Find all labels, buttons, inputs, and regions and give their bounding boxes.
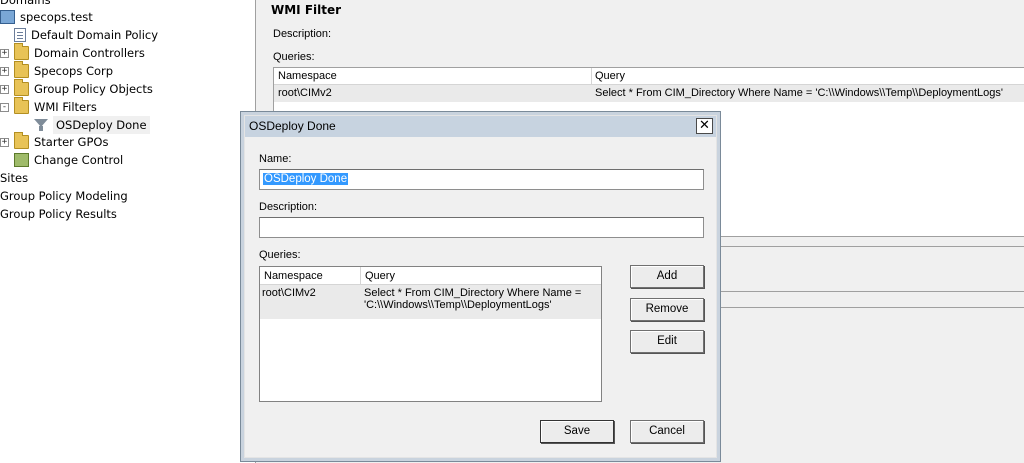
table-row[interactable]: root\CIMv2 Select * From CIM_Directory W… [260,285,601,319]
tree-item-label: Starter GPOs [34,135,109,149]
tree-item-change-control[interactable]: Change Control [14,151,123,169]
description-label: Description: [273,28,332,40]
name-label: Name: [259,153,292,165]
column-header-query[interactable]: Query [365,270,395,282]
tree-item-label: Specops Corp [34,64,114,78]
gpo-link-icon [14,28,26,42]
remove-button[interactable]: Remove [630,298,704,321]
query-line: 'C:\\Windows\\Temp\\DeploymentLogs' [364,299,552,311]
column-separator[interactable] [360,267,361,285]
folder-icon [14,79,29,96]
query-line: Select * From CIM_Directory Where Name = [364,287,582,299]
domain-icon [0,10,15,24]
tree-item-label: Default Domain Policy [31,28,159,42]
tree-item-label: Group Policy Modeling [0,189,128,203]
tree-item-label: Group Policy Objects [34,82,153,96]
tree-item-specops-corp[interactable]: + Specops Corp [0,61,114,80]
folder-icon [14,61,29,78]
tree-item-label: WMI Filters [34,100,97,114]
row-query: Select * From CIM_Directory Where Name =… [595,87,1003,99]
change-control-icon [14,153,29,167]
edit-button[interactable]: Edit [630,330,704,353]
table-header: Namespace Query [274,68,1024,85]
expand-icon[interactable]: + [0,48,9,58]
table-row[interactable]: root\CIMv2 Select * From CIM_Directory W… [274,85,1024,102]
close-icon[interactable]: ✕ [696,118,713,134]
dialog-titlebar[interactable]: OSDeploy Done ✕ [245,116,716,137]
column-header-query[interactable]: Query [595,70,625,82]
name-value: OSDeploy Done [263,173,349,185]
filter-icon [34,118,48,132]
expand-icon[interactable]: + [0,137,9,147]
navigation-tree: Domains specops.test Default Domain Poli… [0,0,250,463]
tree-item-osdeploy-done[interactable]: OSDeploy Done [34,116,150,134]
tree-item-label: Domain Controllers [34,46,145,60]
tree-item-default-domain-policy[interactable]: Default Domain Policy [14,26,158,44]
description-field[interactable] [259,217,704,238]
folder-icon [14,97,29,114]
dialog-title: OSDeploy Done [249,119,336,133]
tree-item-label: OSDeploy Done [53,116,150,134]
folder-icon [14,132,29,149]
tree-item-domain-controllers[interactable]: + Domain Controllers [0,43,145,62]
tree-item-wmi-filters[interactable]: - WMI Filters [0,97,97,116]
save-button[interactable]: Save [540,420,614,443]
column-header-namespace[interactable]: Namespace [264,270,323,282]
name-field[interactable]: OSDeploy Done [259,169,704,190]
pane-title: WMI Filter [271,3,342,17]
queries-list[interactable]: Namespace Query root\CIMv2 Select * From… [259,266,602,402]
queries-label: Queries: [259,249,301,261]
tree-item-group-policy-modeling[interactable]: Group Policy Modeling [0,187,128,205]
cancel-button[interactable]: Cancel [630,420,704,443]
folder-icon [14,43,29,60]
column-header-namespace[interactable]: Namespace [278,70,337,82]
tree-item-starter-gpos[interactable]: + Starter GPOs [0,132,109,151]
tree-item-label: Sites [0,171,29,185]
add-button[interactable]: Add [630,265,704,288]
row-namespace: root\CIMv2 [262,287,316,299]
queries-label: Queries: [273,51,315,63]
tree-item-label: specops.test [20,10,93,24]
column-separator[interactable] [591,68,592,84]
tree-item-group-policy-objects[interactable]: + Group Policy Objects [0,79,153,98]
tree-item-label: Group Policy Results [0,207,117,221]
row-query: Select * From CIM_Directory Where Name =… [364,287,599,311]
row-namespace: root\CIMv2 [278,87,332,99]
table-header: Namespace Query [260,267,601,285]
expand-icon[interactable]: + [0,84,9,94]
description-label: Description: [259,201,318,213]
tree-item-sites[interactable]: Sites [0,169,28,187]
edit-wmi-filter-dialog: OSDeploy Done ✕ Name: OSDeploy Done Desc… [240,111,721,462]
tree-item-group-policy-results[interactable]: Group Policy Results [0,205,117,223]
dialog-body: Name: OSDeploy Done Description: Queries… [245,137,716,457]
tree-item-specops-test[interactable]: specops.test [0,8,93,26]
tree-item-label: Change Control [34,153,124,167]
collapse-icon[interactable]: - [0,102,9,112]
expand-icon[interactable]: + [0,66,9,76]
